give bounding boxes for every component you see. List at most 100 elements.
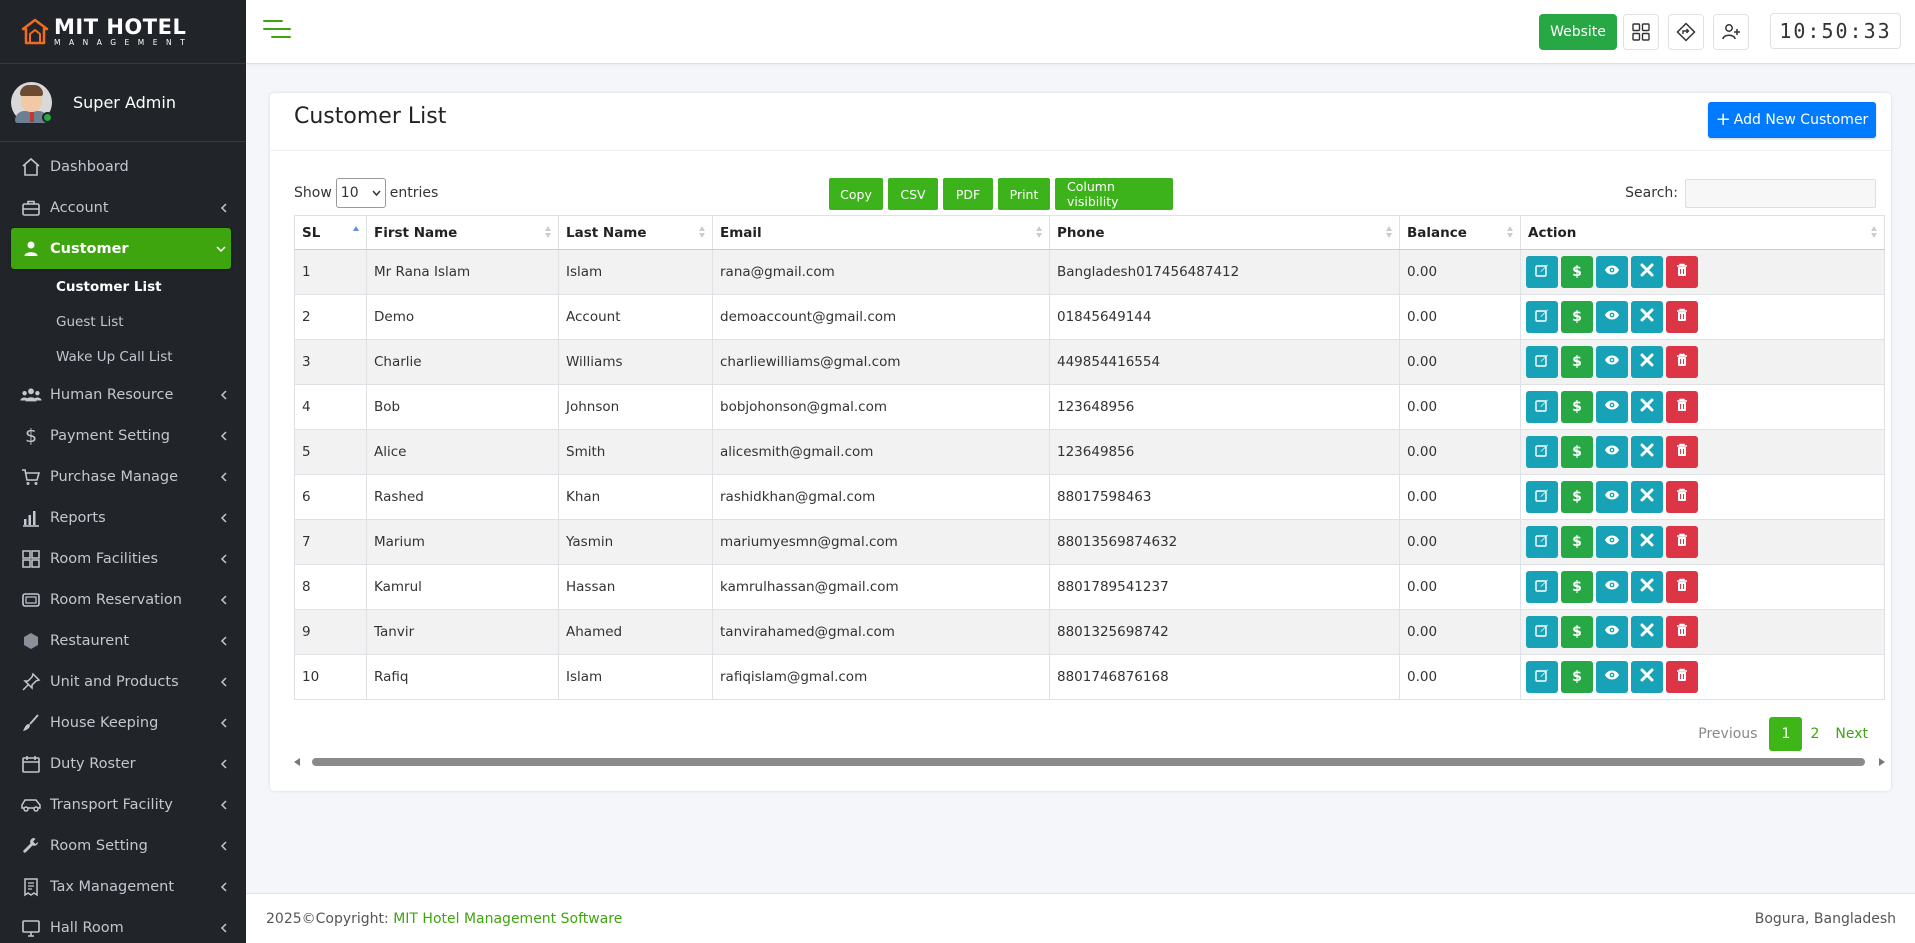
payment-button[interactable]: $ bbox=[1561, 256, 1593, 288]
view-button[interactable] bbox=[1596, 346, 1628, 378]
sidebar-subitem-wake-up-call-list[interactable]: Wake Up Call List bbox=[0, 339, 246, 374]
view-button[interactable] bbox=[1596, 661, 1628, 693]
user-panel[interactable]: Super Admin bbox=[0, 64, 246, 142]
deactivate-button[interactable] bbox=[1631, 526, 1663, 558]
edit-button[interactable] bbox=[1526, 436, 1558, 468]
deactivate-button[interactable] bbox=[1631, 661, 1663, 693]
print-button[interactable]: Print bbox=[998, 178, 1050, 210]
sidebar-subitem-customer-list[interactable]: Customer List bbox=[0, 269, 246, 304]
edit-button[interactable] bbox=[1526, 256, 1558, 288]
sidebar-item-restaurent[interactable]: Restaurent bbox=[0, 620, 246, 661]
view-button[interactable] bbox=[1596, 391, 1628, 423]
payment-button[interactable]: $ bbox=[1561, 571, 1593, 603]
add-new-customer-button[interactable]: + Add New Customer bbox=[1708, 102, 1876, 138]
deactivate-button[interactable] bbox=[1631, 571, 1663, 603]
sidebar-item-payment-setting[interactable]: $ Payment Setting bbox=[0, 415, 246, 456]
delete-button[interactable] bbox=[1666, 616, 1698, 648]
apps-grid-icon[interactable] bbox=[1623, 14, 1659, 50]
payment-button[interactable]: $ bbox=[1561, 301, 1593, 333]
delete-button[interactable] bbox=[1666, 256, 1698, 288]
deactivate-button[interactable] bbox=[1631, 301, 1663, 333]
copy-button[interactable]: Copy bbox=[829, 178, 883, 210]
deactivate-button[interactable] bbox=[1631, 481, 1663, 513]
scrollbar-thumb[interactable] bbox=[312, 758, 1865, 766]
brand-logo[interactable]: MIT HOTEL MANAGEMENT bbox=[0, 0, 246, 64]
column-header-balance[interactable]: Balance bbox=[1399, 215, 1521, 250]
sidebar-item-human-resource[interactable]: Human Resource bbox=[0, 374, 246, 415]
sidebar-item-purchase-manage[interactable]: Purchase Manage bbox=[0, 456, 246, 497]
pagination-page-1[interactable]: 1 bbox=[1769, 717, 1803, 751]
add-user-icon[interactable] bbox=[1713, 14, 1749, 50]
pagination-next[interactable]: Next bbox=[1827, 717, 1876, 751]
sidebar-item-hall-room[interactable]: Hall Room bbox=[0, 907, 246, 943]
deactivate-button[interactable] bbox=[1631, 256, 1663, 288]
sidebar-item-unit-and-products[interactable]: Unit and Products bbox=[0, 661, 246, 702]
payment-button[interactable]: $ bbox=[1561, 346, 1593, 378]
copyright-link[interactable]: MIT Hotel Management Software bbox=[393, 911, 622, 927]
delete-button[interactable] bbox=[1666, 301, 1698, 333]
edit-button[interactable] bbox=[1526, 571, 1558, 603]
payment-button[interactable]: $ bbox=[1561, 436, 1593, 468]
edit-button[interactable] bbox=[1526, 526, 1558, 558]
delete-button[interactable] bbox=[1666, 526, 1698, 558]
sidebar-item-transport-facility[interactable]: Transport Facility bbox=[0, 784, 246, 825]
edit-button[interactable] bbox=[1526, 391, 1558, 423]
page-length-select[interactable]: 10 bbox=[335, 178, 386, 208]
edit-button[interactable] bbox=[1526, 616, 1558, 648]
sidebar-item-account[interactable]: Account bbox=[0, 187, 246, 228]
sidebar-item-room-facilities[interactable]: Room Facilities bbox=[0, 538, 246, 579]
sidebar-subitem-guest-list[interactable]: Guest List bbox=[0, 304, 246, 339]
edit-button[interactable] bbox=[1526, 661, 1558, 693]
column-header-first-name[interactable]: First Name bbox=[366, 215, 559, 250]
column-visibility-button[interactable]: Column visibility bbox=[1055, 178, 1173, 210]
edit-button[interactable] bbox=[1526, 481, 1558, 513]
deactivate-button[interactable] bbox=[1631, 346, 1663, 378]
payment-button[interactable]: $ bbox=[1561, 481, 1593, 513]
sidebar-item-house-keeping[interactable]: House Keeping bbox=[0, 702, 246, 743]
horizontal-scrollbar[interactable] bbox=[294, 754, 1885, 770]
view-button[interactable] bbox=[1596, 571, 1628, 603]
sidebar-item-room-reservation[interactable]: Room Reservation bbox=[0, 579, 246, 620]
view-button[interactable] bbox=[1596, 256, 1628, 288]
delete-button[interactable] bbox=[1666, 346, 1698, 378]
sidebar-item-reports[interactable]: Reports bbox=[0, 497, 246, 538]
deactivate-button[interactable] bbox=[1631, 391, 1663, 423]
menu-toggle-icon[interactable] bbox=[263, 20, 291, 44]
pdf-button[interactable]: PDF bbox=[943, 178, 993, 210]
scroll-right-icon[interactable] bbox=[1879, 758, 1885, 766]
column-header-action[interactable]: Action bbox=[1520, 215, 1885, 250]
view-button[interactable] bbox=[1596, 526, 1628, 558]
view-button[interactable] bbox=[1596, 616, 1628, 648]
deactivate-button[interactable] bbox=[1631, 616, 1663, 648]
scroll-left-icon[interactable] bbox=[294, 758, 300, 766]
sidebar-item-tax-management[interactable]: Tax Management bbox=[0, 866, 246, 907]
search-input[interactable] bbox=[1685, 178, 1876, 208]
view-button[interactable] bbox=[1596, 436, 1628, 468]
payment-button[interactable]: $ bbox=[1561, 391, 1593, 423]
pagination-page-2[interactable]: 2 bbox=[1802, 717, 1827, 751]
payment-button[interactable]: $ bbox=[1561, 661, 1593, 693]
edit-button[interactable] bbox=[1526, 346, 1558, 378]
column-header-last-name[interactable]: Last Name bbox=[558, 215, 713, 250]
view-button[interactable] bbox=[1596, 481, 1628, 513]
column-header-phone[interactable]: Phone bbox=[1049, 215, 1400, 250]
sidebar-item-dashboard[interactable]: Dashboard bbox=[0, 146, 246, 187]
edit-button[interactable] bbox=[1526, 301, 1558, 333]
payment-button[interactable]: $ bbox=[1561, 616, 1593, 648]
directions-icon[interactable] bbox=[1668, 14, 1704, 50]
deactivate-button[interactable] bbox=[1631, 436, 1663, 468]
column-header-sl[interactable]: SL bbox=[294, 215, 367, 250]
delete-button[interactable] bbox=[1666, 481, 1698, 513]
csv-button[interactable]: CSV bbox=[888, 178, 938, 210]
view-button[interactable] bbox=[1596, 301, 1628, 333]
sidebar-item-room-setting[interactable]: Room Setting bbox=[0, 825, 246, 866]
sidebar-item-duty-roster[interactable]: Duty Roster bbox=[0, 743, 246, 784]
delete-button[interactable] bbox=[1666, 436, 1698, 468]
column-header-email[interactable]: Email bbox=[712, 215, 1050, 250]
pagination-previous[interactable]: Previous bbox=[1690, 717, 1769, 751]
delete-button[interactable] bbox=[1666, 661, 1698, 693]
delete-button[interactable] bbox=[1666, 391, 1698, 423]
delete-button[interactable] bbox=[1666, 571, 1698, 603]
payment-button[interactable]: $ bbox=[1561, 526, 1593, 558]
sidebar-item-customer[interactable]: Customer bbox=[11, 228, 231, 269]
